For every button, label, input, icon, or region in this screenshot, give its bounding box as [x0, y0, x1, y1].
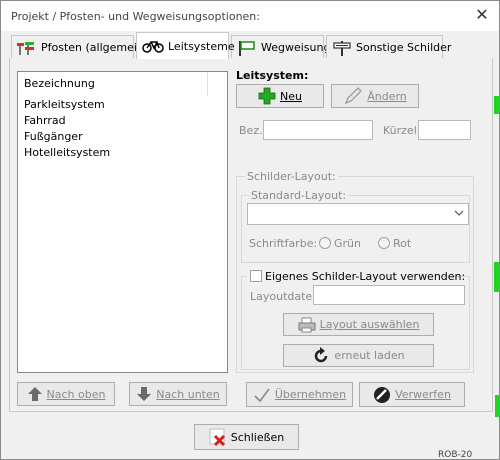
choose-layout-label: Layout auswählen	[319, 318, 420, 331]
list-header[interactable]: Bezeichnung	[18, 72, 208, 96]
leitsystem-heading: Leitsystem:	[236, 69, 309, 82]
choose-layout-button[interactable]: Layout auswählen	[283, 313, 434, 336]
own-layout-label: Eigenes Schilder-Layout verwenden:	[265, 270, 466, 283]
reload-button[interactable]: erneut laden	[283, 344, 434, 367]
background-map-label: ROB-20	[438, 450, 473, 460]
plus-icon	[258, 87, 276, 105]
tab-sonstige[interactable]: Sonstige Schilder	[326, 35, 451, 59]
list-item[interactable]: Parkleitsystem	[24, 98, 105, 114]
move-down-label: Nach unten	[156, 387, 220, 401]
radio-green-label: Grün	[334, 237, 361, 250]
bez-input[interactable]	[263, 120, 373, 140]
standard-layout-select[interactable]	[247, 203, 469, 225]
arrow-up-icon	[27, 386, 43, 402]
tab-label: Wegweisung	[261, 41, 331, 54]
background-map-stroke	[495, 395, 499, 417]
flag-sign-icon	[237, 40, 257, 56]
posts-icon	[17, 40, 37, 56]
layout-file-label: Layoutdatei:	[250, 290, 319, 303]
new-button[interactable]: Neu	[236, 84, 324, 108]
list-item[interactable]: Hotelleitsystem	[24, 146, 110, 162]
apply-button[interactable]: Übernehmen	[246, 382, 353, 407]
apply-label: Übernehmen	[274, 388, 347, 401]
radio-red-label: Rot	[393, 237, 412, 250]
title-bar: Projekt / Pfosten- und Wegweisungsoption…	[1, 1, 499, 31]
edit-button[interactable]: Ändern	[331, 84, 419, 108]
no-entry-icon	[373, 386, 391, 404]
printer-icon	[298, 317, 316, 333]
dialog-title: Projekt / Pfosten- und Wegweisungsoption…	[11, 10, 260, 23]
leitsystem-list[interactable]: Bezeichnung Parkleitsystem Fahrrad Fußgä…	[17, 71, 228, 373]
close-window-icon[interactable]: ✕	[471, 5, 493, 27]
color-label: Schriftfarbe:	[249, 237, 318, 250]
reload-icon	[312, 346, 330, 365]
discard-button[interactable]: Verwerfen	[359, 382, 465, 407]
tab-label: Sonstige Schilder	[356, 41, 452, 54]
tab-label: Leitsysteme	[168, 39, 235, 53]
list-item[interactable]: Fahrrad	[24, 114, 66, 130]
background-map-stroke	[494, 262, 499, 292]
move-down-button[interactable]: Nach unten	[129, 382, 227, 406]
arrow-down-icon	[136, 386, 152, 402]
move-up-button[interactable]: Nach oben	[17, 382, 115, 406]
chevron-down-icon	[454, 208, 464, 221]
close-label: Schließen	[230, 430, 285, 444]
edit-label: Ändern	[367, 89, 407, 103]
new-label: Neu	[280, 89, 302, 103]
checkmark-icon	[253, 387, 271, 403]
standard-layout-legend: Standard-Layout:	[249, 189, 349, 202]
red-x-icon	[209, 428, 227, 446]
radio-green[interactable]	[319, 237, 331, 249]
move-up-label: Nach oben	[46, 387, 106, 401]
pencil-icon	[343, 87, 363, 105]
bicycle-icon	[142, 38, 164, 54]
radio-red[interactable]	[378, 237, 390, 249]
discard-label: Verwerfen	[395, 388, 451, 401]
close-button[interactable]: Schließen	[194, 424, 299, 450]
reload-label: erneut laden	[334, 349, 405, 362]
tab-wegweisung[interactable]: Wegweisung	[231, 35, 330, 59]
background-map-stroke	[494, 96, 499, 114]
list-item[interactable]: Fußgänger	[24, 130, 83, 146]
tab-pfosten[interactable]: Pfosten (allgemein)	[11, 35, 148, 59]
kuerzel-input[interactable]	[418, 120, 471, 140]
layout-file-input[interactable]	[313, 285, 465, 305]
tab-label: Pfosten (allgemein)	[41, 41, 149, 54]
tab-leitsysteme[interactable]: Leitsysteme	[136, 32, 235, 59]
schilder-layout-legend: Schilder-Layout:	[245, 170, 338, 183]
own-layout-checkbox[interactable]	[250, 270, 262, 282]
kuerzel-label: Kürzel:	[383, 124, 421, 137]
signpost-icon	[332, 40, 352, 56]
options-dialog: Projekt / Pfosten- und Wegweisungsoption…	[0, 0, 500, 460]
